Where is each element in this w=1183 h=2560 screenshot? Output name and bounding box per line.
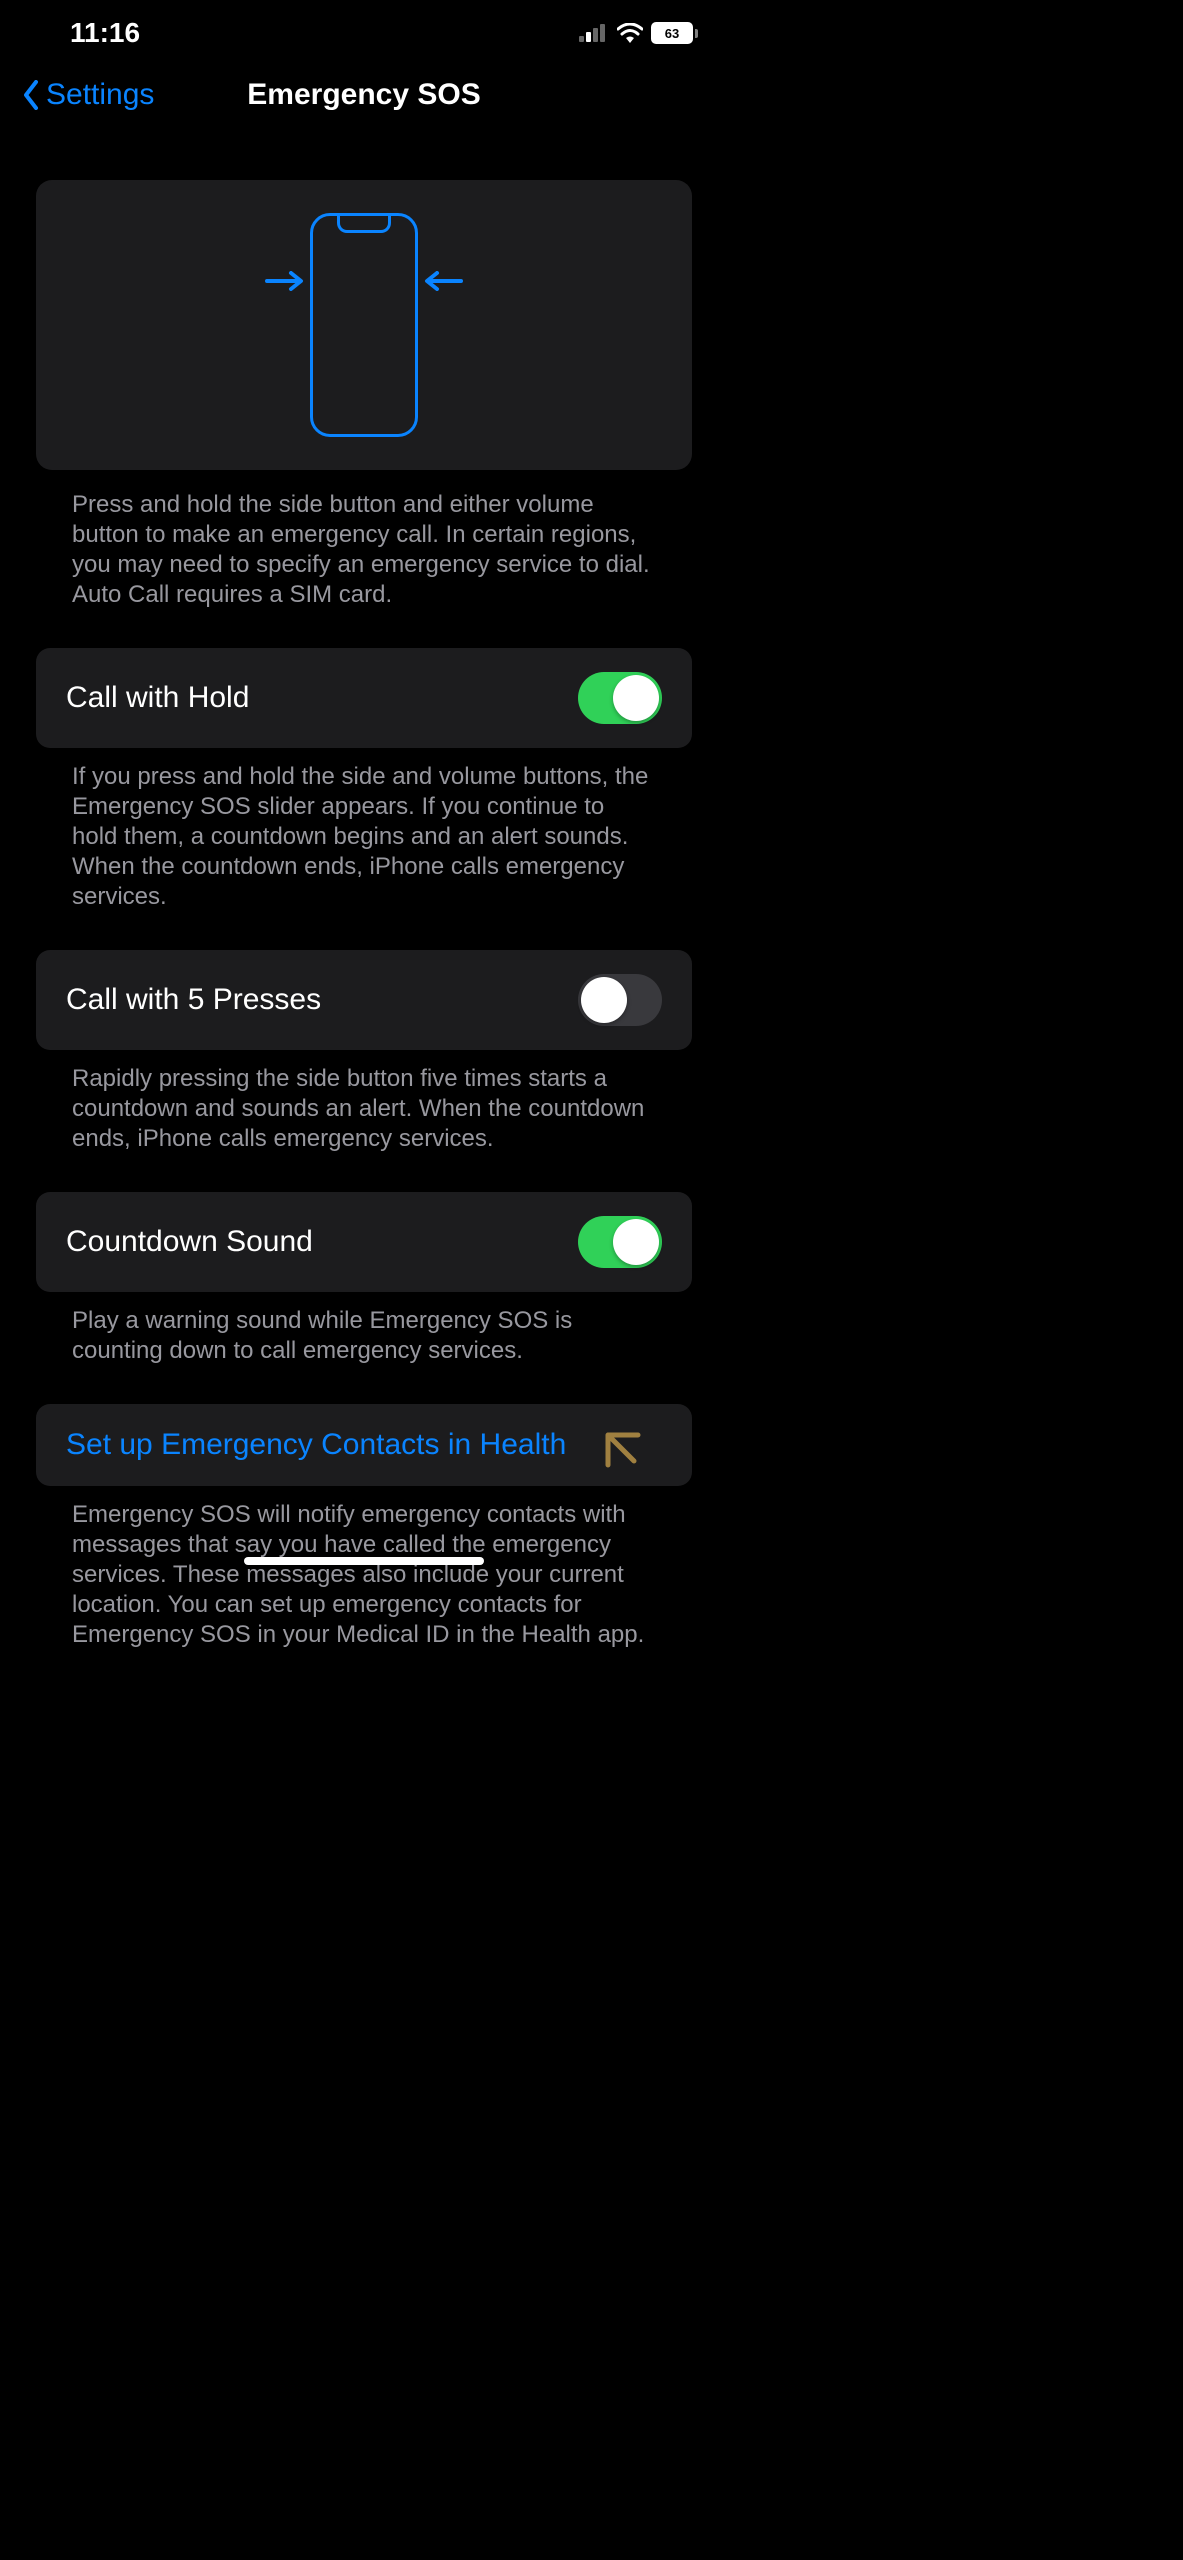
hero-description: Press and hold the side button and eithe…	[36, 470, 692, 610]
page-title: Emergency SOS	[247, 78, 480, 112]
status-bar: 11:16 63	[0, 0, 728, 58]
back-label: Settings	[46, 78, 154, 112]
emergency-contacts-label: Set up Emergency Contacts in Health	[66, 1428, 566, 1462]
battery-percent: 63	[665, 26, 679, 41]
arrow-right-icon	[265, 271, 305, 291]
emergency-contacts-cell[interactable]: Set up Emergency Contacts in Health	[36, 1404, 692, 1486]
countdown-sound-description: Play a warning sound while Emergency SOS…	[36, 1292, 692, 1366]
call-with-5-presses-description: Rapidly pressing the side button five ti…	[36, 1050, 692, 1154]
home-indicator[interactable]	[244, 1557, 484, 1565]
call-with-5-presses-cell: Call with 5 Presses	[36, 950, 692, 1050]
status-time: 11:16	[70, 17, 140, 49]
phone-diagram	[310, 213, 418, 437]
navigation-bar: Settings Emergency SOS	[0, 58, 728, 140]
cellular-signal-icon	[579, 24, 609, 42]
emergency-contacts-description: Emergency SOS will notify emergency cont…	[36, 1486, 692, 1650]
status-icons: 63	[579, 22, 698, 44]
chevron-left-icon	[22, 80, 40, 110]
wifi-icon	[617, 23, 643, 43]
call-with-hold-switch[interactable]	[578, 672, 662, 724]
call-with-hold-cell: Call with Hold	[36, 648, 692, 748]
cursor-arrow-icon	[600, 1427, 644, 1471]
back-button[interactable]: Settings	[22, 78, 154, 112]
call-with-5-presses-label: Call with 5 Presses	[66, 983, 321, 1017]
call-with-hold-label: Call with Hold	[66, 681, 249, 715]
countdown-sound-switch[interactable]	[578, 1216, 662, 1268]
hero-diagram-card	[36, 180, 692, 470]
arrow-left-icon	[423, 271, 463, 291]
call-with-hold-description: If you press and hold the side and volum…	[36, 748, 692, 912]
countdown-sound-label: Countdown Sound	[66, 1225, 313, 1259]
phone-outline-icon	[310, 213, 418, 437]
battery-indicator: 63	[651, 22, 698, 44]
call-with-5-presses-switch[interactable]	[578, 974, 662, 1026]
countdown-sound-cell: Countdown Sound	[36, 1192, 692, 1292]
